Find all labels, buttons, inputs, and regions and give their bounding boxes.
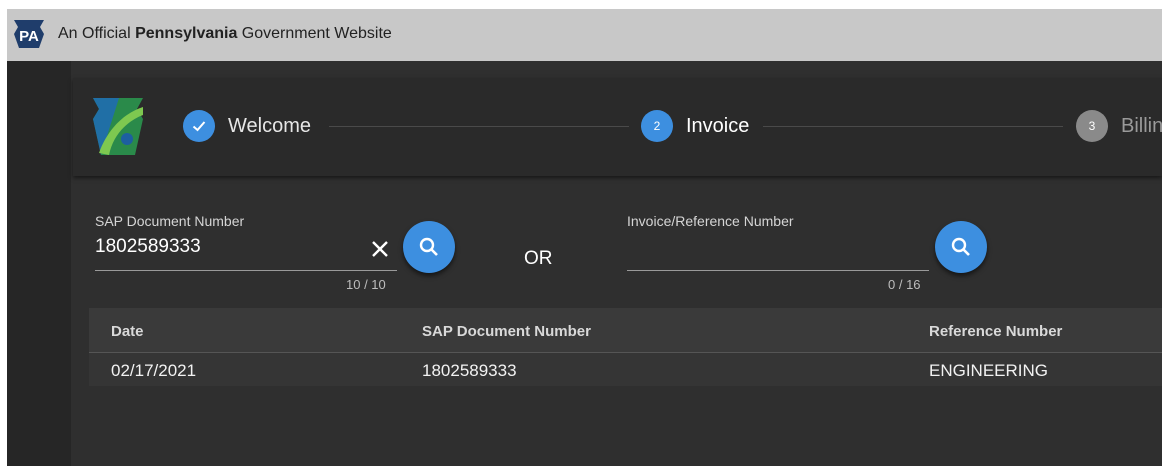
step-label: Billin (1121, 114, 1162, 137)
step-number: 3 (1076, 110, 1108, 142)
gov-banner-suffix: Government Website (237, 25, 392, 42)
left-sidebar (7, 61, 71, 466)
reference-number-label: Invoice/Reference Number (627, 213, 794, 229)
sap-input-underline (95, 270, 397, 271)
search-reference-button[interactable] (935, 221, 987, 273)
step-connector (763, 126, 1063, 127)
cell-sap-document-number: 1802589333 (422, 361, 517, 380)
check-icon (183, 110, 215, 142)
step-number: 2 (641, 110, 673, 142)
gov-banner-state: Pennsylvania (135, 25, 238, 42)
sap-document-number-label: SAP Document Number (95, 213, 245, 229)
step-billing[interactable]: 3 Billin (1076, 110, 1162, 142)
reference-input-underline (627, 270, 929, 271)
column-header-sap-document-number[interactable]: SAP Document Number (422, 323, 591, 340)
step-label: Invoice (686, 114, 750, 137)
main-panel: Welcome 2 Invoice 3 Billin SAP Document … (71, 61, 1162, 466)
search-sap-button[interactable] (403, 221, 455, 273)
gov-banner-prefix: An Official (58, 25, 136, 42)
svg-text:PA: PA (19, 28, 39, 45)
search-icon (951, 237, 970, 256)
app-frame: PA An Official Pennsylvania Government W… (7, 9, 1162, 466)
keystone-logo-icon (93, 98, 143, 155)
column-header-reference-number[interactable]: Reference Number (929, 323, 1062, 340)
step-label: Welcome (228, 114, 311, 137)
reference-char-counter: 0 / 16 (888, 277, 921, 292)
sap-char-counter: 10 / 10 (346, 277, 386, 292)
step-welcome[interactable]: Welcome (183, 110, 311, 142)
step-invoice[interactable]: 2 Invoice (641, 110, 749, 142)
gov-banner: PA An Official Pennsylvania Government W… (7, 9, 1162, 61)
progress-stepper: Welcome 2 Invoice 3 Billin (73, 78, 1162, 176)
cell-reference-number: ENGINEERING (929, 361, 1049, 380)
gov-banner-text: An Official Pennsylvania Government Webs… (58, 25, 392, 43)
close-icon (372, 241, 388, 257)
table-row[interactable]: 02/17/2021 1802589333 ENGINEERING (89, 352, 1162, 386)
step-connector (329, 126, 629, 127)
or-separator: OR (524, 248, 553, 269)
search-icon (419, 237, 438, 256)
table-header: Date SAP Document Number Reference Numbe… (89, 308, 1162, 352)
clear-sap-button[interactable] (367, 236, 393, 262)
sap-document-number-input[interactable]: 1802589333 (95, 236, 365, 262)
pa-keystone-badge-icon: PA (14, 20, 44, 48)
cell-date: 02/17/2021 (111, 361, 197, 380)
reference-number-input[interactable] (627, 236, 929, 262)
column-header-date[interactable]: Date (111, 323, 144, 340)
